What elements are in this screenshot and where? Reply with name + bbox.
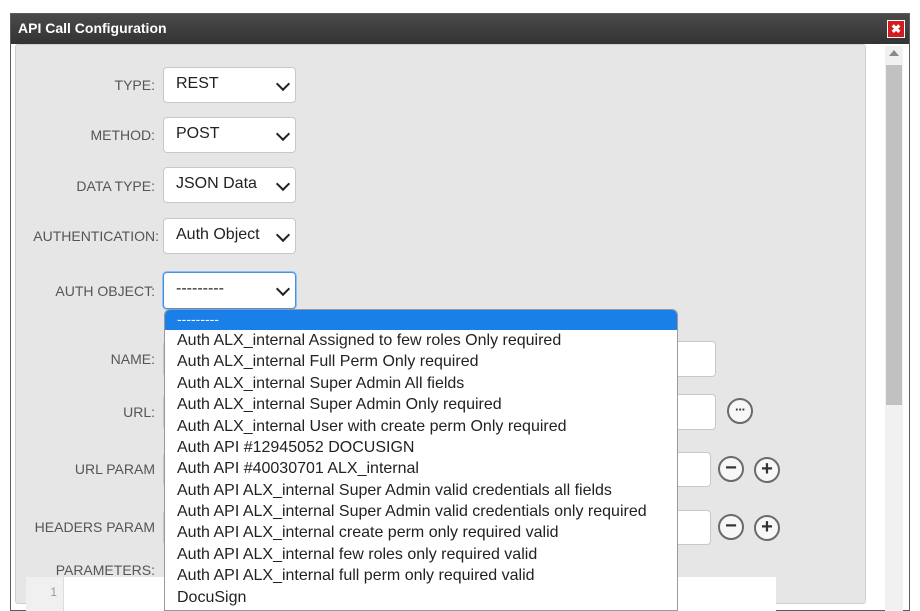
more-dots-icon: ···	[735, 402, 746, 417]
authentication-label: AUTHENTICATION:	[33, 228, 159, 244]
dropdown-option[interactable]: Auth ALX_internal Super Admin Only requi…	[165, 394, 677, 415]
dropdown-option[interactable]: Auth API #12945052 DOCUSIGN	[165, 437, 677, 458]
chevron-down-icon	[275, 176, 291, 192]
scroll-thumb[interactable]	[886, 65, 902, 405]
plus-icon: +	[761, 458, 773, 480]
dialog-titlebar: API Call Configuration ✖	[11, 14, 909, 44]
dropdown-option[interactable]: Auth ALX_internal Full Perm Only require…	[165, 351, 677, 372]
dropdown-option[interactable]: Auth API ALX_internal create perm only r…	[165, 522, 677, 543]
dropdown-option[interactable]: Auth ALX_internal Super Admin All fields	[165, 373, 677, 394]
headers-param-remove-button[interactable]: −	[718, 514, 744, 540]
dialog-title: API Call Configuration	[18, 20, 167, 36]
authentication-select-value: Auth Object	[176, 226, 260, 243]
type-select-value: REST	[176, 75, 219, 92]
auth-object-select[interactable]: ---------	[163, 272, 296, 309]
dropdown-option[interactable]: Auth API ALX_internal Super Admin valid …	[165, 501, 677, 522]
url-param-remove-button[interactable]: −	[718, 456, 744, 482]
auth-object-label: AUTH OBJECT:	[55, 283, 155, 299]
type-select[interactable]: REST	[163, 67, 296, 103]
url-param-add-button[interactable]: +	[754, 457, 780, 483]
dropdown-option[interactable]: DocuSign	[165, 587, 677, 608]
chevron-down-icon	[275, 76, 291, 92]
method-label: METHOD:	[90, 127, 155, 143]
chevron-down-icon	[275, 281, 291, 297]
scroll-up-arrow-icon[interactable]	[889, 50, 899, 56]
plus-icon: +	[761, 516, 773, 538]
dropdown-option[interactable]: Auth API ALX_internal few roles only req…	[165, 544, 677, 565]
authentication-select[interactable]: Auth Object	[163, 218, 296, 254]
method-select[interactable]: POST	[163, 117, 296, 153]
chevron-down-icon	[275, 126, 291, 142]
close-button[interactable]: ✖	[887, 20, 905, 38]
url-param-label: URL PARAM	[74, 461, 155, 477]
dropdown-option-blank[interactable]: ---------	[165, 310, 677, 330]
close-icon: ✖	[890, 22, 902, 36]
url-label: URL:	[123, 404, 155, 420]
dropdown-option[interactable]: Auth ALX_internal User with create perm …	[165, 416, 677, 437]
dropdown-option[interactable]: Auth API ALX_internal full perm only req…	[165, 565, 677, 586]
minus-icon: −	[725, 457, 737, 479]
line-number: 1	[50, 585, 57, 599]
dropdown-option[interactable]: Auth API #40030701 ALX_internal	[165, 458, 677, 479]
name-label: NAME:	[110, 351, 155, 367]
auth-object-dropdown-list[interactable]: --------- Auth ALX_internal Assigned to …	[164, 309, 678, 611]
data-type-select-value: JSON Data	[176, 175, 257, 192]
headers-param-add-button[interactable]: +	[754, 515, 780, 541]
headers-param-label: HEADERS PARAM	[34, 519, 155, 535]
vertical-scrollbar[interactable]	[885, 46, 903, 611]
method-select-value: POST	[176, 125, 220, 142]
dropdown-option[interactable]: Auth API ALX_internal Super Admin valid …	[165, 480, 677, 501]
chevron-down-icon	[275, 227, 291, 243]
data-type-select[interactable]: JSON Data	[163, 167, 296, 203]
dropdown-option[interactable]: Auth ALX_internal Assigned to few roles …	[165, 330, 677, 351]
parameters-label: PARAMETERS:	[55, 562, 155, 578]
minus-icon: −	[725, 515, 737, 537]
auth-object-select-value: ---------	[176, 280, 224, 297]
editor-gutter: 1	[26, 577, 64, 611]
url-more-button[interactable]: ···	[727, 398, 753, 424]
data-type-label: DATA TYPE:	[76, 178, 155, 194]
type-label: TYPE:	[114, 77, 155, 93]
